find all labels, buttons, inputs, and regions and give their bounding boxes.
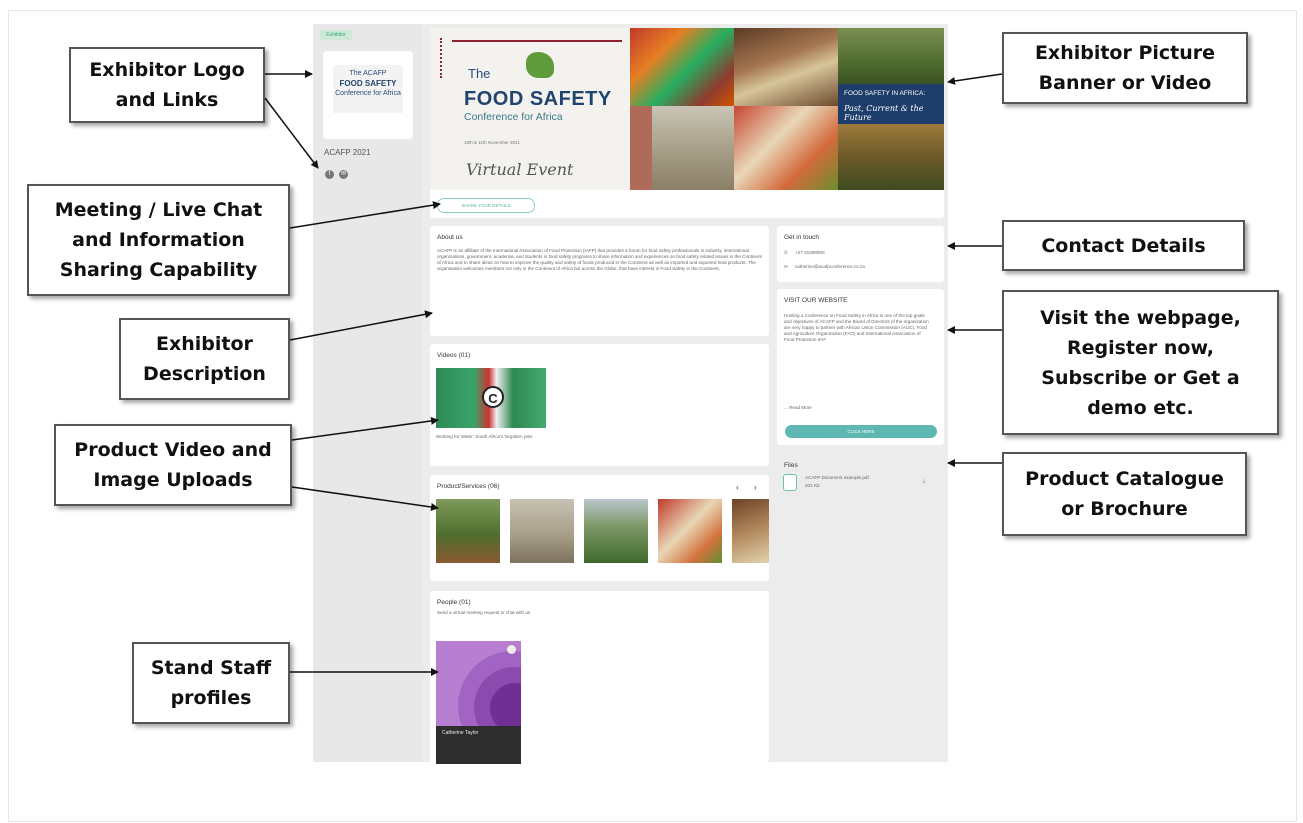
click-here-button[interactable]: CLICK HERE: [785, 425, 937, 438]
website-text: Hosting a Conference on Food Safety in A…: [784, 313, 929, 342]
banner-photo-strip: [630, 106, 652, 190]
logo-line-2: FOOD SAFETY: [339, 79, 397, 88]
callout-catalogue: Product Catalogue or Brochure: [1002, 452, 1247, 536]
contact-phone[interactable]: +27 21008000: [795, 250, 825, 256]
banner-overlay-line2: Past, Current & the Future: [844, 104, 924, 122]
website-heading: VISIT OUR WEBSITE: [784, 297, 848, 304]
videos-card: Videos (01) C Working for Water: South A…: [430, 344, 769, 466]
products-next-button[interactable]: ›: [754, 483, 757, 492]
share-details-button[interactable]: SHARE YOUR DETAILS: [437, 198, 535, 213]
products-prev-button[interactable]: ‹: [736, 483, 739, 492]
poster-rule: [452, 40, 622, 42]
banner-photo-silos: [652, 106, 734, 190]
callout-product-media: Product Video and Image Uploads: [54, 424, 292, 506]
banner-card: The FOOD SAFETY Conference for Africa 10…: [430, 28, 944, 218]
product-thumbnail[interactable]: [436, 499, 500, 563]
callout-meeting-chat: Meeting / Live Chat and Information Shar…: [27, 184, 290, 296]
file-size: 201 Kb: [805, 483, 820, 488]
video-caption: Working for Water: South Africa's forgot…: [436, 434, 533, 439]
banner-virtual: Virtual Event: [466, 160, 574, 179]
logo-line-1: The ACAFP: [349, 70, 387, 77]
banner-poster: The FOOD SAFETY Conference for Africa 10…: [430, 28, 630, 190]
exhibitor-name: ACAFP 2021: [324, 148, 371, 157]
africa-map-icon: [526, 52, 554, 78]
banner-photo-crops: [838, 124, 944, 190]
banner-overlay-line1: FOOD SAFETY IN AFRICA:: [844, 90, 926, 97]
exhibitor-logo: The ACAFP FOOD SAFETY Conference for Afr…: [333, 65, 403, 113]
logo-line-3: Conference for Africa: [335, 90, 401, 97]
staff-avatar: [436, 641, 521, 726]
files-card: Files ACAFP Document example.pdf 201 Kb …: [777, 454, 944, 502]
video-thumbnail[interactable]: C: [436, 368, 546, 428]
download-icon[interactable]: ⤓: [923, 478, 925, 484]
banner-photo-field: [838, 28, 944, 84]
exhibitor-page-mockup: Exhibitor The ACAFP FOOD SAFETY Conferen…: [313, 24, 948, 764]
file-icon[interactable]: [783, 474, 797, 491]
email-icon: ✉: [784, 264, 788, 269]
facebook-icon[interactable]: f: [325, 170, 334, 179]
email-icon[interactable]: ✉: [339, 170, 348, 179]
about-text: ACAFP is an affiliate of the Internation…: [437, 248, 762, 271]
people-heading: People (01): [437, 599, 471, 606]
callout-staff: Stand Staff profiles: [132, 642, 290, 724]
about-heading: About us: [437, 234, 463, 241]
callout-description: Exhibitor Description: [119, 318, 290, 400]
callout-contact: Contact Details: [1002, 220, 1245, 271]
banner-overlay: FOOD SAFETY IN AFRICA: Past, Current & t…: [838, 84, 944, 124]
files-heading: Files: [784, 462, 798, 469]
about-card: About us ACAFP is an affiliate of the In…: [430, 226, 769, 336]
poster-dots: [440, 38, 444, 78]
product-thumbnail[interactable]: [658, 499, 722, 563]
banner-date: 10th & 11th November 2021: [464, 140, 520, 145]
videos-heading: Videos (01): [437, 352, 471, 359]
banner-title: FOOD SAFETY: [464, 88, 612, 110]
callout-visit: Visit the webpage, Register now, Subscri…: [1002, 290, 1279, 435]
exhibitor-logo-card[interactable]: The ACAFP FOOD SAFETY Conference for Afr…: [323, 51, 413, 139]
read-more-link[interactable]: ... Read More: [784, 405, 812, 411]
callout-banner: Exhibitor Picture Banner or Video: [1002, 32, 1248, 104]
banner-photo-market: [734, 106, 838, 190]
banner-photo-basket: [734, 28, 838, 106]
contact-email[interactable]: catherine@acafpconference.co.za: [795, 264, 865, 270]
staff-name: Catherine Taylor: [442, 730, 479, 736]
exhibitor-tag: Exhibitor: [320, 30, 352, 40]
products-card: Product/Services (06) ‹ ›: [430, 475, 769, 581]
products-heading: Product/Services (06): [437, 483, 500, 490]
people-card: People (01) Send a virtual meeting reque…: [430, 591, 769, 764]
banner-photo-vegetables: [630, 28, 734, 106]
staff-profile-card[interactable]: Catherine Taylor: [436, 641, 521, 764]
people-subtitle: Send a virtual meeting request or chat w…: [437, 610, 531, 615]
product-thumbnail[interactable]: [510, 499, 574, 563]
phone-icon: ✆: [784, 250, 788, 255]
file-name[interactable]: ACAFP Document example.pdf: [805, 475, 869, 481]
banner-subtitle: Conference for Africa: [464, 111, 563, 123]
product-thumbnail[interactable]: [584, 499, 648, 563]
product-thumbnail[interactable]: [732, 499, 769, 563]
website-card: VISIT OUR WEBSITE Hosting a Conference o…: [777, 289, 944, 445]
callout-exhibitor-logo: Exhibitor Logo and Links: [69, 47, 265, 123]
favorite-icon[interactable]: [507, 645, 516, 654]
contact-card: Get in touch ✆ +27 21008000 ✉ catherine@…: [777, 226, 944, 282]
contact-heading: Get in touch: [784, 234, 820, 241]
video-channel-icon: C: [482, 386, 504, 408]
exhibitor-sidebar: Exhibitor The ACAFP FOOD SAFETY Conferen…: [313, 24, 423, 762]
banner-the: The: [468, 66, 491, 81]
